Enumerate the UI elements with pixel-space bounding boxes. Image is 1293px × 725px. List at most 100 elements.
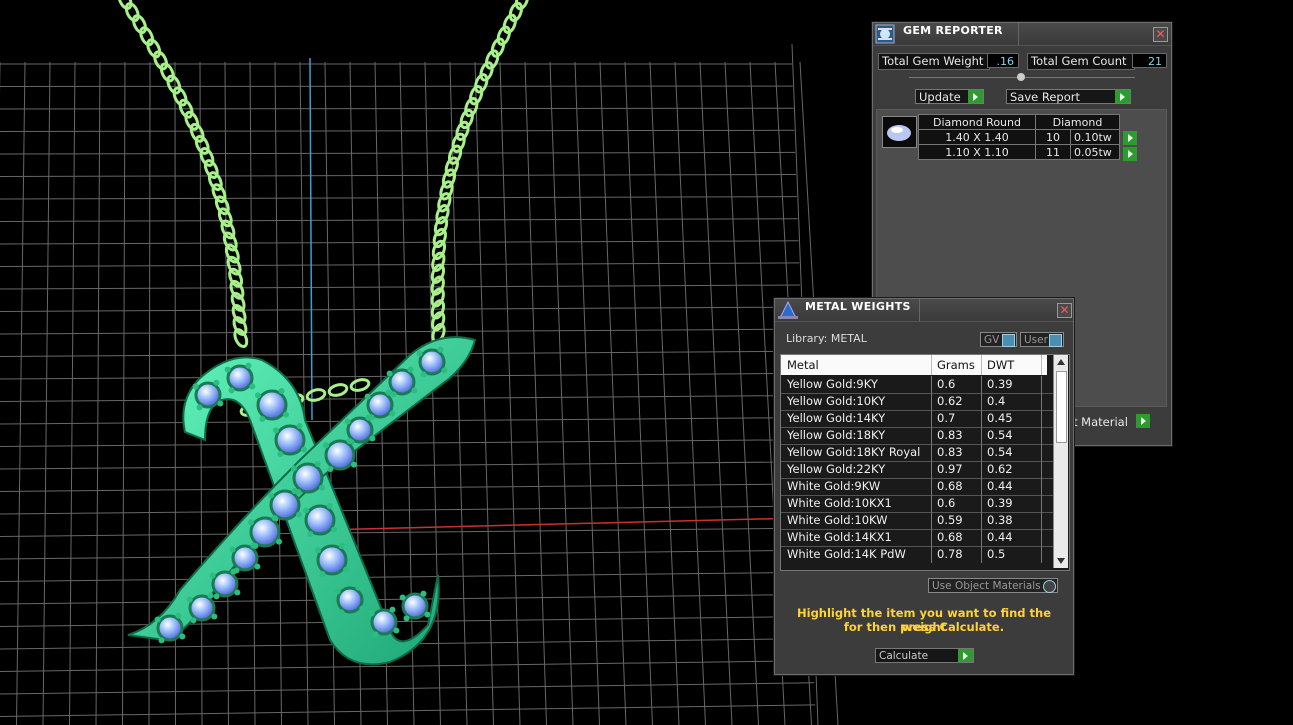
use-object-materials-toggle[interactable]: Use Object Materials xyxy=(928,578,1058,593)
prong xyxy=(407,366,414,373)
gem-reporter-titlebar[interactable]: GEM REPORTER ✕ xyxy=(873,23,1171,46)
prong xyxy=(229,546,236,553)
diamond-gem xyxy=(316,544,348,576)
prong xyxy=(326,502,333,509)
grid-line xyxy=(624,61,653,725)
prong xyxy=(314,547,321,554)
metal-row[interactable]: Yellow Gold:18KY 0.83 0.54 xyxy=(781,427,1053,445)
prong xyxy=(368,610,375,617)
diamond-gem xyxy=(188,594,216,622)
metal-row[interactable]: White Gold:9KW 0.68 0.44 xyxy=(781,478,1053,496)
diamond-gem xyxy=(249,516,281,548)
metal-weights-panel: METAL WEIGHTS ✕ Library: METAL GV User M… xyxy=(774,298,1074,675)
gem-row[interactable]: 1.40 X 1.40 10 0.10tw xyxy=(918,129,1120,145)
metal-grams: 0.83 xyxy=(937,428,963,442)
gem-row[interactable]: 1.10 X 1.10 11 0.05tw xyxy=(918,144,1120,160)
prong xyxy=(301,446,308,453)
gv-label: GV xyxy=(984,334,1000,346)
gem-row-select-icon[interactable] xyxy=(1123,147,1137,161)
metal-row[interactable]: White Gold:10KX1 0.6 0.39 xyxy=(781,495,1053,513)
prong xyxy=(369,435,376,442)
metal-grams: 0.78 xyxy=(937,547,963,561)
metal-row[interactable]: Yellow Gold:22KY 0.97 0.62 xyxy=(781,461,1053,479)
chain-link xyxy=(349,378,371,392)
calculate-button[interactable]: Calculate xyxy=(875,648,974,663)
metal-row[interactable]: Yellow Gold:18KY Royal 0.83 0.54 xyxy=(781,444,1053,462)
diamond-gem xyxy=(336,586,364,614)
prong xyxy=(372,631,379,638)
column-dwt[interactable]: DWT xyxy=(987,358,1014,372)
metal-list-header: Metal Grams DWT xyxy=(781,355,1047,375)
metal-name: White Gold:14K PdW xyxy=(787,547,906,561)
material-arrow-icon[interactable] xyxy=(1136,414,1150,428)
diamond-gem xyxy=(231,544,259,572)
metal-dwt: 0.54 xyxy=(987,428,1013,442)
diamond-gem xyxy=(274,424,306,456)
pendant-letter-x[interactable] xyxy=(127,336,477,666)
metal-row[interactable]: Yellow Gold:14KY 0.7 0.45 xyxy=(781,410,1053,428)
grid-line xyxy=(0,284,801,290)
grid-line xyxy=(524,61,547,725)
prong xyxy=(190,617,197,624)
metal-name: White Gold:14KX1 xyxy=(787,530,892,544)
close-button[interactable]: ✕ xyxy=(1057,303,1072,318)
gem-size: 1.40 X 1.40 xyxy=(918,129,1036,145)
prong xyxy=(411,387,418,394)
metal-name: White Gold:10KX1 xyxy=(787,496,892,510)
gem-shape-header: Diamond Round xyxy=(918,114,1036,130)
metal-row[interactable]: White Gold:14K PdW 0.78 0.5 xyxy=(781,546,1053,564)
grid-line xyxy=(574,61,600,725)
play-arrow-icon xyxy=(1115,90,1130,103)
user-toggle[interactable]: User xyxy=(1020,332,1064,347)
prong xyxy=(338,542,345,549)
scroll-thumb[interactable] xyxy=(1056,371,1067,443)
metal-name: White Gold:10KW xyxy=(787,513,888,527)
prong xyxy=(224,366,231,373)
prong xyxy=(192,383,199,390)
prong xyxy=(179,633,186,640)
metal-row[interactable]: Yellow Gold:10KY 0.62 0.4 xyxy=(781,393,1053,411)
prong xyxy=(250,542,257,549)
splitter-knob[interactable] xyxy=(1017,73,1025,81)
metal-row[interactable]: White Gold:14KX1 0.68 0.44 xyxy=(781,529,1053,547)
metal-weights-titlebar[interactable]: METAL WEIGHTS ✕ xyxy=(775,299,1073,322)
metal-name: Yellow Gold:18KY xyxy=(787,428,886,442)
scroll-down-icon[interactable] xyxy=(1057,558,1065,564)
scroll-up-icon[interactable] xyxy=(1057,359,1065,365)
close-button[interactable]: ✕ xyxy=(1153,27,1168,42)
metal-name: Yellow Gold:22KY xyxy=(787,462,886,476)
metal-dwt: 0.39 xyxy=(987,496,1013,510)
diamond-gem xyxy=(401,592,429,620)
metal-list[interactable]: Metal Grams DWT Yellow Gold:9KY 0.6 0.39 Ye… xyxy=(780,354,1070,571)
prong xyxy=(365,414,372,421)
prong xyxy=(276,538,283,545)
gem-table: Diamond Round Diamond 1.40 X 1.40 10 0.1… xyxy=(918,114,1120,160)
grid-line xyxy=(674,61,706,725)
prong xyxy=(334,588,341,595)
metal-weight-icon xyxy=(777,300,798,320)
save-report-button[interactable]: Save Report xyxy=(1006,89,1131,104)
metal-grams: 0.7 xyxy=(937,411,956,425)
diamond-gem xyxy=(366,391,394,419)
grid-line xyxy=(499,61,521,725)
gem-row-select-icon[interactable] xyxy=(1123,131,1137,145)
prong xyxy=(213,379,220,386)
prong xyxy=(416,350,423,357)
column-metal[interactable]: Metal xyxy=(787,358,819,372)
gv-toggle[interactable]: GV xyxy=(980,332,1017,347)
chain-link xyxy=(305,388,327,402)
grid-line xyxy=(724,61,759,725)
gem-reporter-title: GEM REPORTER xyxy=(903,24,1003,37)
update-button[interactable]: Update xyxy=(915,89,984,104)
metal-weights-title: METAL WEIGHTS xyxy=(805,300,911,313)
metal-dwt: 0.5 xyxy=(987,547,1006,561)
prong xyxy=(267,492,274,499)
play-arrow-icon xyxy=(968,90,983,103)
metal-list-scrollbar[interactable] xyxy=(1053,355,1068,568)
metal-row[interactable]: Yellow Gold:9KY 0.6 0.39 xyxy=(781,376,1053,394)
metal-name: Yellow Gold:14KY xyxy=(787,411,886,425)
save-report-label: Save Report xyxy=(1010,90,1081,104)
metal-row[interactable]: White Gold:10KW 0.59 0.38 xyxy=(781,512,1053,530)
column-grams[interactable]: Grams xyxy=(937,358,975,372)
diamond-gem xyxy=(324,439,356,471)
